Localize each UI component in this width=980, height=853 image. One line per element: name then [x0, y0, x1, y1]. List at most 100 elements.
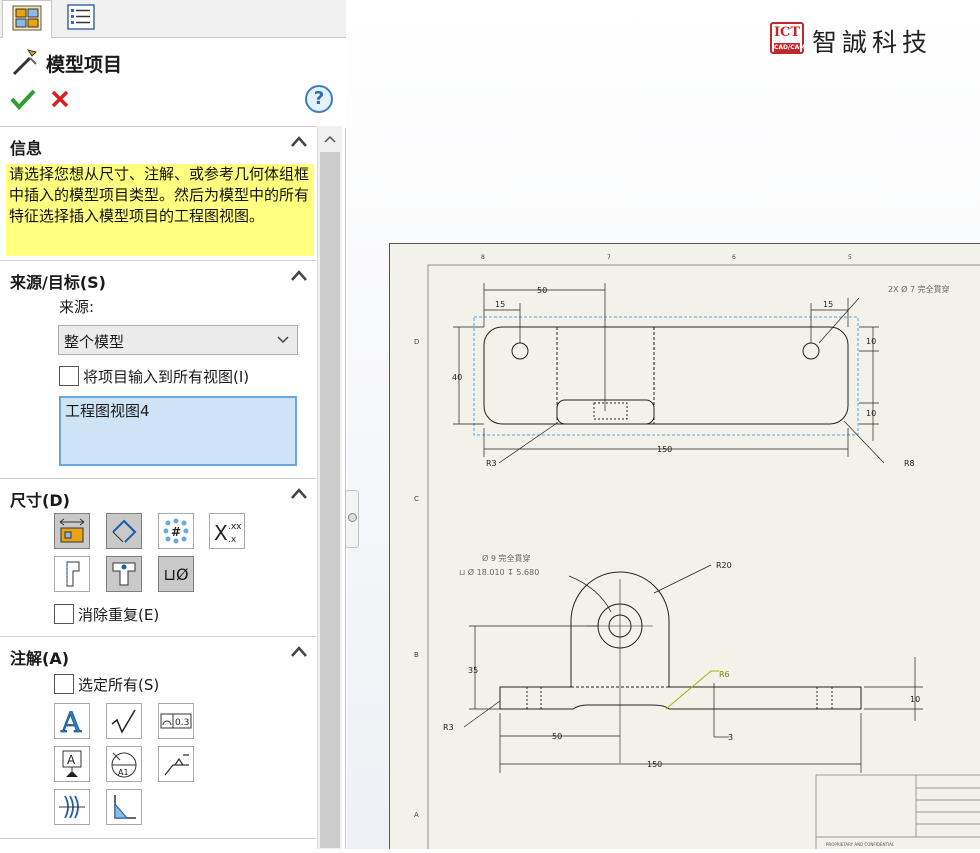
note-icon: A [57, 706, 87, 736]
select-all-checkbox[interactable] [54, 674, 74, 694]
hole-note-front-1: Ø 9 完全貫穿 [482, 553, 530, 563]
geometric-tolerance-value: 0.3 [175, 718, 189, 728]
dim-15-left: 15 [495, 300, 505, 309]
zone-number: 7 [607, 254, 611, 261]
cancel-button[interactable] [50, 89, 70, 113]
dim-10-top: 10 [866, 337, 876, 346]
dim-50-front: 50 [552, 732, 562, 741]
source-label: 来源: [59, 296, 94, 317]
collapse-caret-icon[interactable] [290, 267, 308, 285]
dim-50: 50 [537, 286, 547, 295]
geometric-tolerance-icon: 0.3 [160, 706, 192, 736]
hole-wizard-locations-icon [109, 559, 139, 589]
logo-badge-text: ICT [774, 25, 800, 40]
surface-finish-button[interactable] [106, 703, 142, 739]
source-dropdown[interactable]: 整个模型 [58, 325, 298, 355]
collapse-caret-icon[interactable] [290, 643, 308, 661]
zone-number: 8 [481, 254, 485, 261]
hole-wizard-locations-button[interactable] [106, 556, 142, 592]
radius-r20: R20 [716, 561, 732, 570]
model-items-icon [10, 46, 40, 82]
property-manager-header: 模型项目 ? [0, 38, 346, 128]
tolerance-dimension-icon: X.xx.x [212, 516, 242, 546]
note-button[interactable]: A [54, 703, 90, 739]
source-section-title[interactable]: 来源/目标(S) [10, 269, 106, 293]
section-divider [0, 838, 316, 839]
logo-badge-subtext: CAD/CAM [774, 43, 800, 52]
target-view-list[interactable]: 工程图视图4 [59, 396, 297, 466]
datum-feature-icon: A [57, 749, 87, 779]
scroll-up-icon[interactable] [324, 132, 336, 146]
marked-for-drawing-button[interactable] [54, 513, 90, 549]
dim-10-front: 10 [910, 695, 920, 704]
feature-manager-tab[interactable] [2, 0, 52, 39]
datum-feature-letter: A [67, 753, 76, 767]
select-all-label: 选定所有(S) [78, 674, 159, 695]
import-all-views-label: 将项目输入到所有视图(I) [83, 366, 249, 387]
tolerance-dimension-button[interactable]: X.xx.x [209, 513, 245, 549]
weld-bead-icon [109, 792, 139, 822]
datum-target-icon: A1 [109, 749, 139, 779]
target-view-item[interactable]: 工程图视图4 [65, 402, 150, 420]
import-all-views-checkbox[interactable] [59, 366, 79, 386]
dim-3: 3 [728, 733, 733, 742]
info-section-header[interactable]: 信息 请选择您想从尺寸、注解、或参考几何体组框中插入的模型项目类型。然后为模型中… [0, 126, 316, 160]
dim-40: 40 [452, 373, 462, 382]
title-block-text: PROPRIETARY AND CONFIDENTIAL [826, 842, 895, 847]
radius-r3-top: R3 [486, 459, 497, 468]
dim-150-front: 150 [647, 760, 662, 769]
datum-target-button[interactable]: A1 [106, 746, 142, 782]
property-manager-tab[interactable] [56, 0, 106, 38]
zone-letter: B [414, 651, 419, 659]
info-section-title: 信息 [10, 135, 42, 159]
splitter-grip-icon [348, 513, 357, 522]
svg-text:#: # [171, 525, 181, 539]
marked-for-drawing-icon [57, 516, 87, 546]
collapse-caret-icon[interactable] [290, 133, 308, 151]
logo-company-name: 智誠科技 [812, 23, 932, 59]
zone-letter: C [414, 495, 419, 503]
source-dropdown-value: 整个模型 [64, 333, 124, 351]
dimensions-section-header[interactable]: 尺寸(D) [0, 478, 316, 512]
eliminate-duplicates-label: 消除重复(E) [78, 604, 159, 625]
eliminate-duplicates-checkbox[interactable] [54, 604, 74, 624]
page-title: 模型项目 [46, 50, 122, 77]
panel-scrollbar[interactable] [317, 126, 342, 849]
cosmetic-thread-button[interactable] [54, 789, 90, 825]
dim-35: 35 [468, 666, 478, 675]
drawing-sheet[interactable]: 8 7 6 5 D C B A [389, 243, 980, 849]
annotations-section-header[interactable]: 注解(A) [0, 636, 316, 670]
hole-callout-button[interactable]: ⊔Ø [158, 556, 194, 592]
dim-10-bottom: 10 [866, 409, 876, 418]
help-button[interactable]: ? [305, 85, 333, 113]
annotations-section-title: 注解(A) [10, 645, 69, 669]
weld-symbol-button[interactable] [158, 746, 194, 782]
ok-button[interactable] [10, 88, 36, 114]
scroll-thumb[interactable] [320, 152, 340, 848]
hole-callout-icon: ⊔Ø [163, 565, 188, 584]
zone-letter: D [414, 338, 419, 346]
weld-symbol-icon [161, 749, 191, 779]
zone-number: 6 [732, 254, 736, 261]
hole-wizard-profile-button[interactable] [54, 556, 90, 592]
radius-r8: R8 [904, 459, 915, 468]
property-sections: 信息 请选择您想从尺寸、注解、或参考几何体组框中插入的模型项目类型。然后为模型中… [0, 126, 316, 849]
feature-manager-icon [12, 5, 42, 35]
svg-text:X: X [214, 521, 228, 545]
weld-bead-button[interactable] [106, 789, 142, 825]
hole-note-front-2: ⊔ Ø 18.010 ↧ 5.680 [459, 567, 539, 577]
dimensions-section-title: 尺寸(D) [10, 487, 70, 511]
not-marked-for-drawing-icon [109, 516, 139, 546]
panel-splitter[interactable] [345, 490, 359, 548]
datum-target-label: A1 [118, 768, 129, 777]
geometric-tolerance-button[interactable]: 0.3 [158, 703, 194, 739]
zone-number: 5 [848, 254, 852, 261]
dim-15-right: 15 [823, 300, 833, 309]
collapse-caret-icon[interactable] [290, 485, 308, 503]
panel-tab-bar [0, 0, 346, 38]
not-marked-for-drawing-button[interactable] [106, 513, 142, 549]
datum-feature-button[interactable]: A [54, 746, 90, 782]
instance-count-button[interactable]: # [158, 513, 194, 549]
dim-150-top: 150 [657, 445, 672, 454]
company-logo: ICT CAD/CAM 智誠科技 [770, 22, 950, 56]
